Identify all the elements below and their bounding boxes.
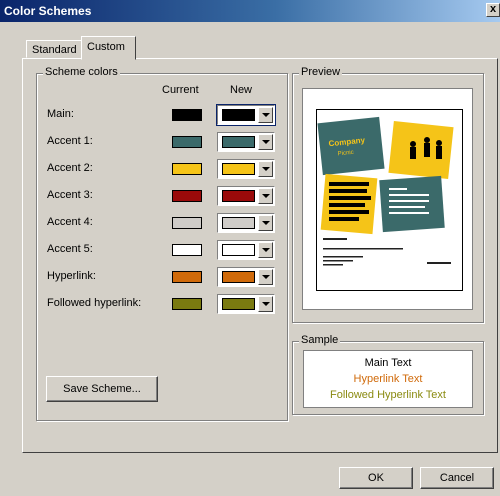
cancel-button[interactable]: Cancel [420, 467, 494, 489]
close-button[interactable]: x [486, 3, 500, 17]
new-color-picker[interactable] [217, 159, 275, 179]
chevron-down-icon[interactable] [258, 215, 273, 231]
preview-yellow-card [388, 121, 454, 179]
sample-main-text: Main Text [364, 357, 412, 369]
tab-custom[interactable]: Custom [81, 36, 136, 60]
preview-body-lines [323, 238, 451, 266]
new-color-picker[interactable] [217, 267, 275, 287]
preview-teal-card-2 [379, 175, 445, 233]
row-label: Accent 5: [47, 243, 93, 255]
title-bar[interactable]: Color Schemes x [0, 0, 500, 22]
new-color-swatch [222, 244, 255, 256]
scheme-colors-label: Scheme colors [43, 66, 120, 78]
new-color-swatch [222, 190, 255, 202]
new-color-swatch [222, 298, 255, 310]
new-color-picker[interactable] [217, 240, 275, 260]
row-label: Main: [47, 108, 74, 120]
current-column-header: Current [162, 84, 199, 96]
chevron-down-icon[interactable] [258, 161, 273, 177]
preview-thumbnail: Company Picnic [302, 88, 473, 310]
window-title: Color Schemes [4, 4, 92, 18]
current-color-swatch [172, 109, 202, 121]
chevron-down-icon[interactable] [258, 242, 273, 258]
row-label: Accent 4: [47, 216, 93, 228]
new-color-picker[interactable] [217, 294, 275, 314]
new-color-swatch [222, 163, 255, 175]
preview-document: Company Picnic [316, 109, 463, 291]
current-color-swatch [172, 298, 202, 310]
new-column-header: New [230, 84, 253, 96]
new-color-picker[interactable] [217, 132, 275, 152]
new-color-picker[interactable] [217, 213, 275, 233]
preview-artwork: Company Picnic [317, 116, 454, 266]
row-label: Followed hyperlink: [47, 297, 142, 309]
new-color-swatch [222, 109, 255, 121]
new-color-picker[interactable] [217, 186, 275, 206]
chevron-down-icon[interactable] [258, 269, 273, 285]
tab-standard[interactable]: Standard [26, 40, 82, 58]
current-color-swatch [172, 217, 202, 229]
chevron-down-icon[interactable] [258, 188, 273, 204]
sample-box: Main Text Hyperlink Text Followed Hyperl… [303, 350, 473, 408]
new-color-swatch [222, 271, 255, 283]
row-label: Accent 3: [47, 189, 93, 201]
current-color-swatch [172, 271, 202, 283]
current-color-swatch [172, 136, 202, 148]
row-label: Accent 2: [47, 162, 93, 174]
row-label: Accent 1: [47, 135, 93, 147]
new-color-swatch [222, 136, 255, 148]
preview-teal-card [317, 116, 385, 176]
sample-hyperlink-text: Hyperlink Text [353, 373, 423, 385]
sample-followed-hyperlink-text: Followed Hyperlink Text [330, 389, 446, 401]
sample-label: Sample [299, 334, 341, 346]
current-color-swatch [172, 190, 202, 202]
new-color-swatch [222, 217, 255, 229]
ok-button[interactable]: OK [339, 467, 413, 489]
chevron-down-icon[interactable] [258, 296, 273, 312]
new-color-picker[interactable] [216, 104, 276, 126]
chevron-down-icon[interactable] [258, 134, 273, 150]
chevron-down-icon[interactable] [258, 107, 273, 123]
row-label: Hyperlink: [47, 270, 96, 282]
save-scheme-button[interactable]: Save Scheme... [46, 376, 158, 402]
current-color-swatch [172, 244, 202, 256]
current-color-swatch [172, 163, 202, 175]
preview-label: Preview [299, 66, 343, 78]
color-schemes-dialog: Color Schemes x Standard Custom Scheme c… [0, 0, 500, 496]
